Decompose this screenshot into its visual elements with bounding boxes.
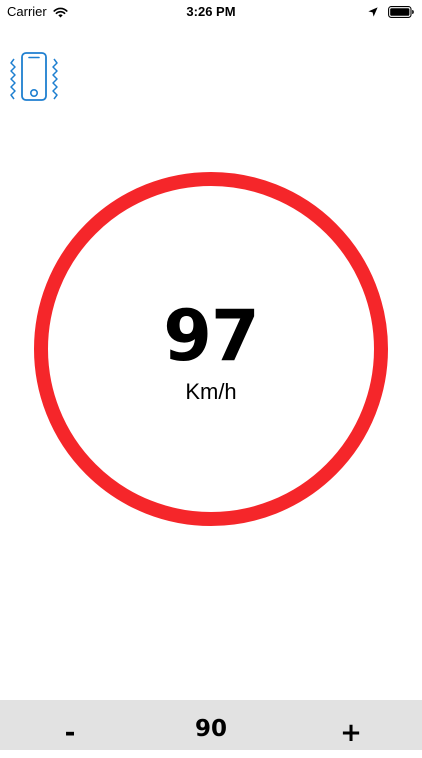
status-bar: Carrier 3:26 PM xyxy=(0,0,422,24)
speed-unit: Km/h xyxy=(185,379,237,404)
location-arrow-icon xyxy=(368,7,378,17)
current-speed: 97 xyxy=(163,295,259,377)
speed-limit-bar: - 90 + xyxy=(0,700,422,750)
phone-vibrate-icon xyxy=(10,52,58,101)
increase-limit-button[interactable]: + xyxy=(316,700,386,750)
speedometer: 97 Km/h xyxy=(33,171,389,527)
status-time: 3:26 PM xyxy=(186,4,236,19)
battery-icon xyxy=(388,6,414,18)
vibrate-toggle-button[interactable] xyxy=(6,50,62,106)
status-right-group xyxy=(368,5,414,19)
